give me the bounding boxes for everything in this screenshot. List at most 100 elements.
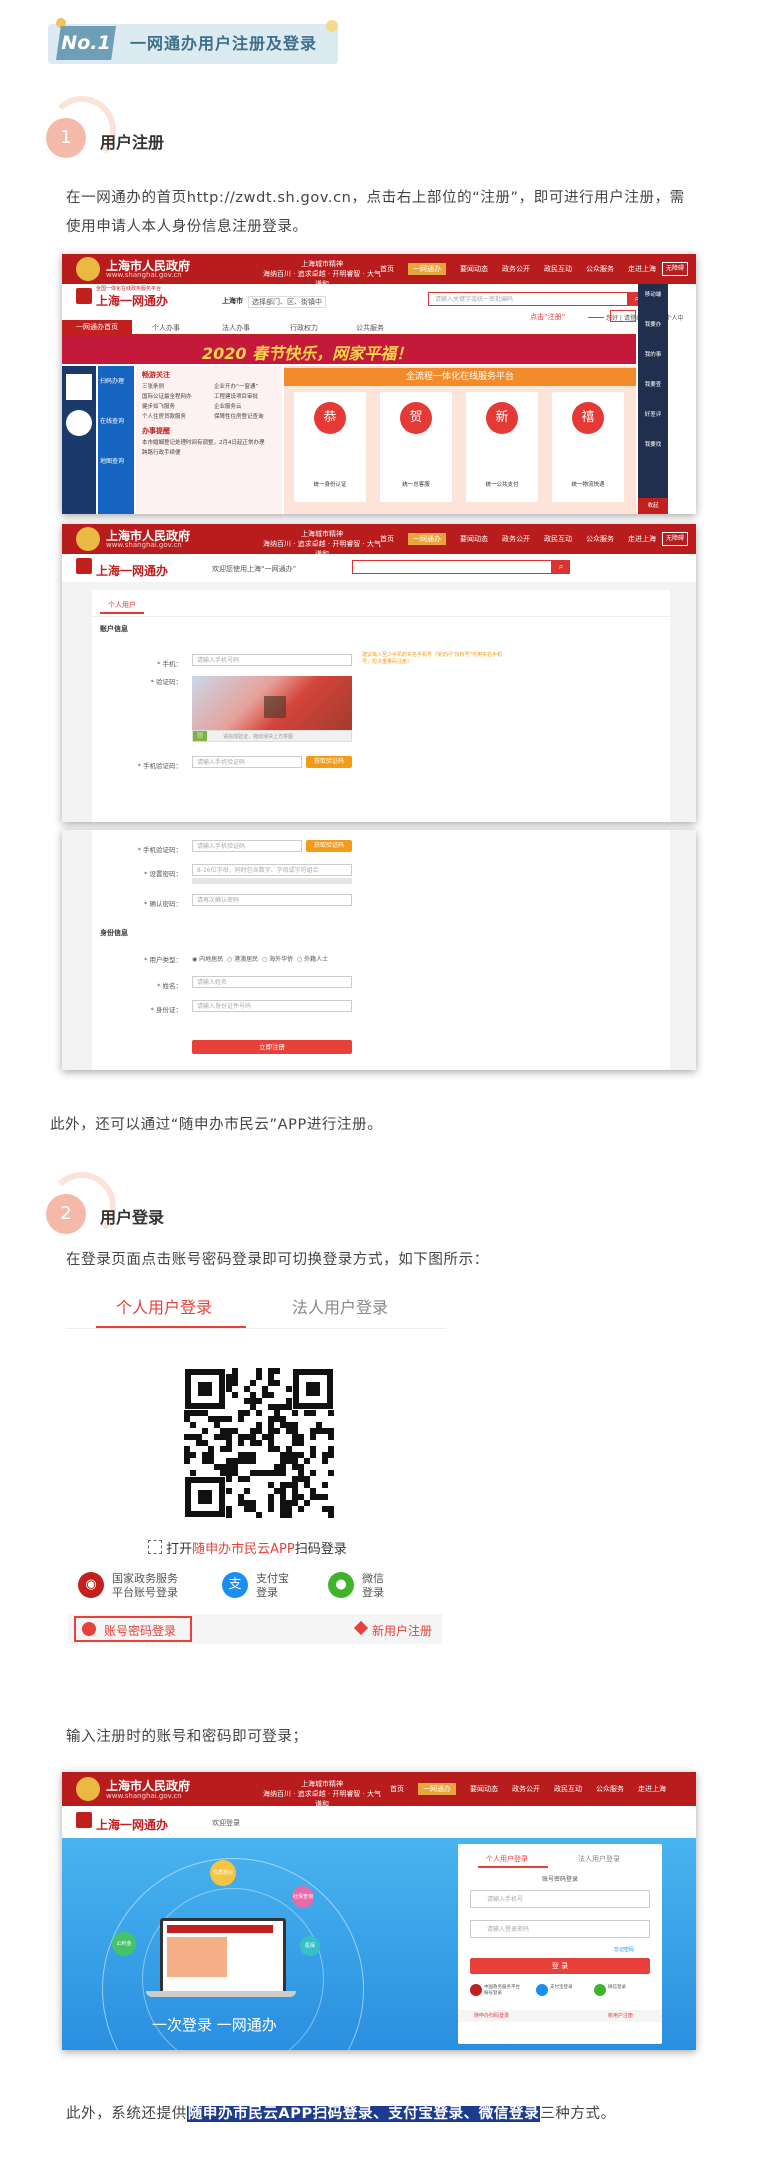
get-code-button[interactable]: 获取验证码 [306, 756, 352, 768]
password-input[interactable]: 请输入登录密码 [470, 1920, 650, 1938]
nav-item[interactable]: 公众服务 [586, 265, 614, 273]
search-input[interactable] [352, 560, 552, 574]
national-emblem-icon[interactable] [470, 1984, 482, 1996]
confirm-input[interactable]: 请再次确认密码 [192, 894, 352, 906]
accessibility-button[interactable]: 无障碍 [662, 262, 688, 276]
nav-item[interactable]: 政民互动 [544, 535, 572, 543]
hot-item[interactable]: 三张条例 [142, 382, 192, 392]
nav-item[interactable]: 公众服务 [586, 535, 614, 543]
puzzle-piece-icon[interactable] [264, 696, 286, 718]
search-input[interactable]: 请输入关键字或统一审批编码 [428, 292, 628, 306]
nav-item[interactable]: 走进上海 [638, 1785, 666, 1793]
menu-item[interactable]: 法人办事 [222, 323, 250, 333]
slider-handle-icon[interactable]: ||| [193, 731, 207, 741]
nav-item[interactable]: 走进上海 [628, 535, 656, 543]
service-card[interactable]: 贺 统一总客服 [380, 392, 452, 502]
tab-personal-login[interactable]: 个人用户登录 [116, 1294, 212, 1318]
account-login-link[interactable]: 账号密码登录 [104, 1622, 176, 1639]
nav-item[interactable]: 走进上海 [628, 265, 656, 273]
alipay-icon[interactable] [536, 1984, 548, 1996]
nav-item[interactable]: 公众服务 [596, 1785, 624, 1793]
phone-input[interactable]: 请输入手机号码 [192, 654, 352, 666]
radio-option[interactable]: ◉ 内地居民 [192, 956, 223, 963]
password-input[interactable]: 8-16位字母，同时包含数字、字母或字符组合 [192, 864, 352, 876]
nav-item[interactable]: 政务公开 [512, 1785, 540, 1793]
nav-item[interactable]: 一网通办 [408, 263, 446, 275]
nav-item[interactable]: 首页 [380, 535, 394, 543]
hot-item[interactable]: 国际公证最全程网办 [142, 392, 192, 402]
tab-personal[interactable]: 个人用户 [100, 598, 144, 614]
left-menu-item[interactable]: 地图查询 [100, 456, 124, 465]
service-card[interactable]: 新 统一公共支付 [466, 392, 538, 502]
sidebar-item[interactable]: 移动端 [640, 290, 666, 298]
radio-option[interactable]: ○ 海外华侨 [262, 956, 293, 963]
captcha-slider[interactable]: ||| 请完成验证，拖动滑块上方拼图 [192, 730, 352, 742]
hot-item[interactable]: 工程建设项目审批 [214, 392, 264, 402]
wechat-icon[interactable] [594, 1984, 606, 1996]
login-option-alipay[interactable]: 支付宝登录 [550, 1984, 580, 1990]
login-option-national[interactable]: 中国政务服务平台账号登录 [484, 1984, 524, 1996]
sidebar-collapse[interactable]: 收起 [638, 498, 668, 514]
sms-input[interactable]: 请输入手机验证码 [192, 840, 302, 852]
service-card[interactable]: 恭 统一身份认证 [294, 392, 366, 502]
hot-item[interactable]: 企业服务云 [214, 402, 264, 412]
sidebar-item[interactable]: 好差评 [640, 410, 666, 418]
name-input[interactable]: 请输入姓名 [192, 976, 352, 988]
notice-item[interactable]: 跨路行政手续便 [142, 448, 278, 458]
nav-item[interactable]: 政务公开 [502, 265, 530, 273]
nav-item[interactable]: 首页 [390, 1785, 404, 1793]
register-submit-button[interactable]: 立即注册 [192, 1040, 352, 1054]
sidebar-item[interactable]: 我的事 [640, 350, 666, 358]
hot-item[interactable]: 企业开办“一窗通” [214, 382, 264, 392]
sidebar-item[interactable]: 我要查 [640, 380, 666, 388]
wechat-icon[interactable]: ● [328, 1572, 354, 1598]
notice-item[interactable]: 本市婚姻登记处理时间有调整，2月4日起正常办理 [142, 438, 278, 448]
dept-select[interactable]: 选择部门、区、街镇中 [248, 296, 326, 308]
login-option-national[interactable]: 国家政务服务 平台账号登录 [112, 1572, 178, 1600]
nav-item[interactable]: 政务公开 [502, 535, 530, 543]
tab-corporate-login[interactable]: 法人用户登录 [578, 1854, 620, 1864]
sms-input[interactable]: 请输入手机验证码 [192, 756, 302, 768]
left-menu-item[interactable]: 扫码办理 [100, 376, 124, 385]
nav-item[interactable]: 政民互动 [544, 265, 572, 273]
login-option-alipay[interactable]: 支付宝 登录 [256, 1572, 289, 1600]
menu-item[interactable]: 一网通办首页 [62, 320, 132, 334]
accessibility-button[interactable]: 无障碍 [662, 532, 688, 546]
nav-item[interactable]: 一网通办 [418, 1783, 456, 1795]
idcard-input[interactable]: 请输入身份证件号码 [192, 1000, 352, 1012]
nav-item[interactable]: 要闻动态 [460, 535, 488, 543]
scan-app-link[interactable]: 随申办市民云APP [192, 1542, 295, 1557]
left-menu-item[interactable]: 在线查询 [100, 416, 124, 425]
screenshot-homepage: 上海市人民政府 www.shanghai.gov.cn 上海城市精神 海纳百川 … [62, 254, 696, 514]
sidebar-item[interactable]: 我要找 [640, 440, 666, 448]
menu-item[interactable]: 公共服务 [356, 323, 384, 333]
sidebar-item[interactable]: 我要办 [640, 320, 666, 328]
tab-personal-login[interactable]: 个人用户登录 [486, 1854, 528, 1864]
new-user-register-link[interactable]: 新用户注册 [608, 2012, 633, 2019]
nav-item[interactable]: 政民互动 [554, 1785, 582, 1793]
hot-item[interactable]: 个人住房贷款服务 [142, 412, 192, 422]
menu-item[interactable]: 个人办事 [152, 323, 180, 333]
hot-item[interactable]: 健步如飞服务 [142, 402, 192, 412]
nav-item[interactable]: 首页 [380, 265, 394, 273]
forgot-password-link[interactable]: 忘记密码 [614, 1946, 634, 1953]
radio-option[interactable]: ○ 外籍人士 [297, 956, 328, 963]
service-card[interactable]: 禧 统一物流快递 [552, 392, 624, 502]
menu-item[interactable]: 行政权力 [290, 323, 318, 333]
login-option-wechat[interactable]: 微信登录 [608, 1984, 638, 1990]
national-emblem-icon[interactable]: ◉ [78, 1572, 104, 1598]
login-button[interactable]: 登 录 [470, 1958, 650, 1974]
alipay-icon[interactable]: 支 [222, 1572, 248, 1598]
username-input[interactable]: 请输入手机号 [470, 1890, 650, 1908]
tab-corporate-login[interactable]: 法人用户登录 [292, 1294, 388, 1318]
hot-item[interactable]: 保障性住房登记查询 [214, 412, 264, 422]
scan-login-link[interactable]: 随申办扫码登录 [474, 2012, 509, 2019]
radio-option[interactable]: ○ 港澳居民 [227, 956, 258, 963]
nav-item[interactable]: 一网通办 [408, 533, 446, 545]
search-icon[interactable]: ⌕ [552, 560, 570, 574]
get-code-button[interactable]: 获取验证码 [306, 840, 352, 852]
nav-item[interactable]: 要闻动态 [460, 265, 488, 273]
nav-item[interactable]: 要闻动态 [470, 1785, 498, 1793]
new-user-register-link[interactable]: 新用户注册 [372, 1622, 432, 1639]
login-option-wechat[interactable]: 微信 登录 [362, 1572, 384, 1600]
